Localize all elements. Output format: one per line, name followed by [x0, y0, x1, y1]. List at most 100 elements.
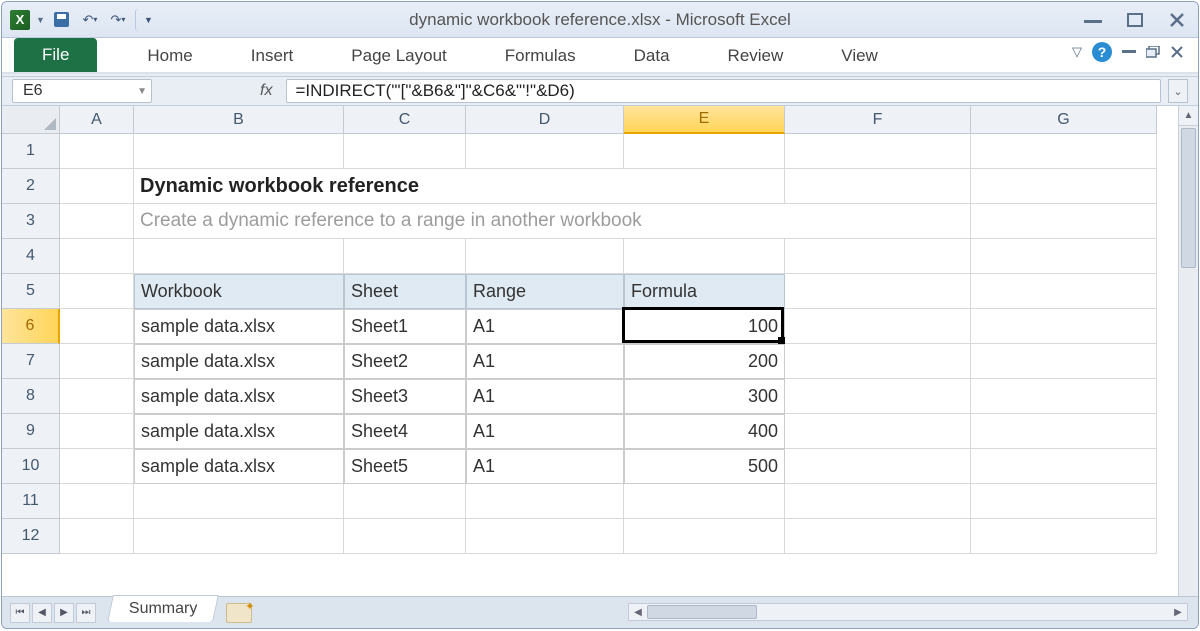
row-header-12[interactable]: 12	[2, 519, 60, 554]
table-cell[interactable]: 500	[624, 449, 785, 484]
tab-data[interactable]: Data	[614, 40, 690, 72]
heading-cell[interactable]: Dynamic workbook reference	[134, 169, 785, 204]
table-cell[interactable]: A1	[466, 414, 624, 449]
table-header-sheet[interactable]: Sheet	[344, 274, 466, 309]
row-header-9[interactable]: 9	[2, 414, 60, 449]
column-header-F[interactable]: F	[785, 106, 971, 134]
name-box-dropdown-icon[interactable]: ▼	[137, 86, 147, 97]
name-box-value: E6	[23, 82, 43, 100]
row-header-1[interactable]: 1	[2, 134, 60, 169]
table-cell[interactable]: 200	[624, 344, 785, 379]
sheet-tab-bar: ⏮ ◀ ▶ ⏭ Summary ◀ ▶	[2, 596, 1198, 628]
worksheet-area: ABCDEFG 123456789101112 Dynamic workbook…	[2, 106, 1198, 596]
column-header-G[interactable]: G	[971, 106, 1157, 134]
row-header-10[interactable]: 10	[2, 449, 60, 484]
table-cell[interactable]: Sheet2	[344, 344, 466, 379]
row-header-8[interactable]: 8	[2, 379, 60, 414]
table-header-workbook[interactable]: Workbook	[134, 274, 344, 309]
sheet-tab-label: Summary	[129, 600, 197, 618]
save-button[interactable]	[51, 9, 73, 31]
table-cell[interactable]: sample data.xlsx	[134, 344, 344, 379]
table-cell[interactable]: Sheet4	[344, 414, 466, 449]
row-header-2[interactable]: 2	[2, 169, 60, 204]
tab-review[interactable]: Review	[708, 40, 804, 72]
table-header-formula[interactable]: Formula	[624, 274, 785, 309]
tab-formulas[interactable]: Formulas	[485, 40, 596, 72]
tab-home[interactable]: Home	[127, 40, 212, 72]
horizontal-scrollbar[interactable]: ◀ ▶	[628, 603, 1188, 621]
horizontal-scroll-thumb[interactable]	[647, 605, 757, 619]
file-tab[interactable]: File	[14, 38, 97, 72]
doc-restore-icon[interactable]	[1146, 46, 1160, 58]
table-cell[interactable]: sample data.xlsx	[134, 449, 344, 484]
sheet-nav-buttons: ⏮ ◀ ▶ ⏭	[10, 603, 96, 623]
vertical-scrollbar[interactable]: ▲	[1178, 106, 1198, 596]
scroll-right-button[interactable]: ▶	[1169, 604, 1187, 620]
row-header-3[interactable]: 3	[2, 204, 60, 239]
sheet-tab-summary[interactable]: Summary	[107, 595, 219, 622]
doc-minimize-icon[interactable]	[1122, 50, 1136, 54]
formula-bar: E6 ▼ fx =INDIRECT("'["&B6&"]"&C6&"'!"&D6)…	[2, 76, 1198, 106]
excel-window: X ▼ ↶▾ ↷▾ ▼ dynamic workbook reference.x…	[1, 1, 1199, 629]
table-header-range[interactable]: Range	[466, 274, 624, 309]
row-header-11[interactable]: 11	[2, 484, 60, 519]
scroll-left-button[interactable]: ◀	[629, 604, 647, 620]
table-cell[interactable]: sample data.xlsx	[134, 414, 344, 449]
table-cell[interactable]: 100	[624, 309, 785, 344]
close-button[interactable]	[1164, 11, 1190, 29]
title-bar: X ▼ ↶▾ ↷▾ ▼ dynamic workbook reference.x…	[2, 2, 1198, 38]
qat-customize-icon[interactable]: ▼	[135, 9, 157, 31]
table-cell[interactable]: Sheet3	[344, 379, 466, 414]
quick-access-toolbar: X ▼ ↶▾ ↷▾ ▼	[10, 9, 157, 31]
undo-button[interactable]: ↶▾	[79, 9, 101, 31]
fx-label[interactable]: fx	[260, 82, 272, 100]
tab-page-layout[interactable]: Page Layout	[331, 40, 466, 72]
vertical-scroll-thumb[interactable]	[1181, 128, 1196, 268]
sheet-nav-prev[interactable]: ◀	[32, 603, 52, 623]
ribbon-minimize-icon[interactable]: ▽	[1072, 44, 1082, 60]
subheading-cell[interactable]: Create a dynamic reference to a range in…	[134, 204, 971, 239]
app-menu-dropdown-icon[interactable]: ▼	[36, 15, 45, 25]
table-cell[interactable]: Sheet5	[344, 449, 466, 484]
row-headers: 123456789101112	[2, 134, 60, 554]
formula-bar-expand-icon[interactable]: ⌄	[1168, 79, 1188, 103]
tab-view[interactable]: View	[821, 40, 898, 72]
maximize-button[interactable]	[1122, 11, 1148, 29]
table-cell[interactable]: 400	[624, 414, 785, 449]
table-cell[interactable]: A1	[466, 449, 624, 484]
select-all-button[interactable]	[2, 106, 60, 134]
row-header-6[interactable]: 6	[2, 309, 60, 344]
table-cell[interactable]: 300	[624, 379, 785, 414]
redo-button[interactable]: ↷▾	[107, 9, 129, 31]
grid[interactable]: ABCDEFG 123456789101112 Dynamic workbook…	[2, 106, 1178, 596]
table-cell[interactable]: A1	[466, 309, 624, 344]
minimize-button[interactable]	[1080, 11, 1106, 29]
window-controls	[1080, 11, 1190, 29]
row-header-5[interactable]: 5	[2, 274, 60, 309]
table-cell[interactable]: sample data.xlsx	[134, 379, 344, 414]
doc-close-icon[interactable]	[1170, 45, 1184, 59]
table-cell[interactable]: Sheet1	[344, 309, 466, 344]
scroll-up-button[interactable]: ▲	[1179, 106, 1198, 126]
name-box[interactable]: E6 ▼	[12, 79, 152, 103]
row-header-4[interactable]: 4	[2, 239, 60, 274]
tab-insert[interactable]: Insert	[231, 40, 314, 72]
save-icon	[54, 12, 69, 27]
column-header-B[interactable]: B	[134, 106, 344, 134]
column-header-D[interactable]: D	[466, 106, 624, 134]
row-header-7[interactable]: 7	[2, 344, 60, 379]
column-header-E[interactable]: E	[624, 106, 785, 134]
table-cell[interactable]: A1	[466, 379, 624, 414]
sheet-nav-next[interactable]: ▶	[54, 603, 74, 623]
table-cell[interactable]: sample data.xlsx	[134, 309, 344, 344]
sheet-nav-first[interactable]: ⏮	[10, 603, 30, 623]
excel-logo-icon[interactable]: X	[10, 10, 30, 30]
help-icon[interactable]: ?	[1092, 42, 1112, 62]
new-sheet-button[interactable]	[226, 603, 252, 623]
column-header-A[interactable]: A	[60, 106, 134, 134]
horizontal-scroll-track[interactable]	[647, 604, 1169, 620]
table-cell[interactable]: A1	[466, 344, 624, 379]
column-header-C[interactable]: C	[344, 106, 466, 134]
formula-input[interactable]: =INDIRECT("'["&B6&"]"&C6&"'!"&D6)	[286, 79, 1161, 103]
sheet-nav-last[interactable]: ⏭	[76, 603, 96, 623]
